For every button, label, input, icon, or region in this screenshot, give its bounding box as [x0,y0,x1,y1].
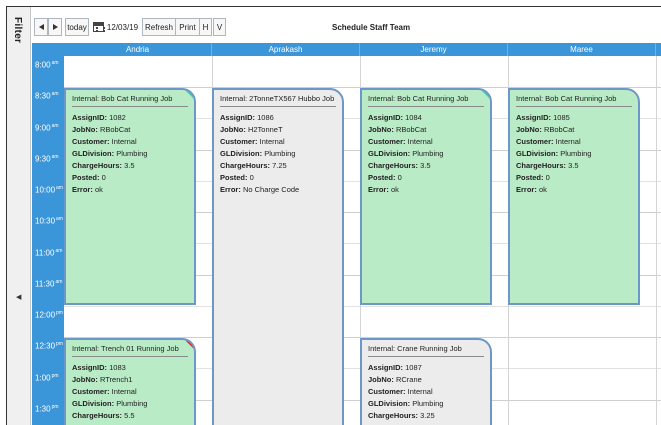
filter-label[interactable]: Filter [12,17,23,43]
print-button[interactable]: Print [175,18,200,36]
time-slot-label: 9:30am [35,154,59,164]
time-slot-label: 8:00am [35,60,59,70]
gl-division-field: GLDivision: Plumbing [516,149,592,158]
column-divider [656,56,657,425]
time-slot-label: 12:00pm [35,310,63,320]
customer-field: Customer: Internal [516,137,581,146]
scheduler-window: Filter ◀ today 12/03/19 Refresh Print H … [0,0,661,425]
error-field: Error: ok [368,185,399,194]
resource-header-row: Andria Aprakash Jeremy Maree [32,43,661,56]
calendar-icon [92,22,105,32]
posted-field: Posted: 0 [516,173,550,182]
time-slot-label: 10:00am [35,185,63,195]
date-value: 12/03/19 [106,22,139,32]
gl-division-field: GLDivision: Plumbing [72,399,148,408]
column-header-maree: Maree [508,43,656,56]
column-header-jeremy: Jeremy [360,43,508,56]
column-header-aprakash: Aprakash [212,43,360,56]
vertical-view-button[interactable]: V [213,18,226,36]
gl-division-field: GLDivision: Plumbing [368,149,444,158]
posted-field: Posted: 0 [368,173,402,182]
time-slot-label: 11:00am [35,248,63,258]
time-slot-label: 10:30am [35,216,63,226]
time-slot-label: 11:30am [35,279,63,289]
assign-id-field: AssignID: 1083 [72,363,126,372]
schedule-title: Schedule Staff Team [332,23,411,32]
filter-panel[interactable]: Filter ◀ [7,7,31,425]
status-corner [184,90,194,100]
charge-hours-field: ChargeHours: 3.25 [368,411,435,420]
appointment-card[interactable]: Internal: Bob Cat Running Job AssignID: … [508,88,640,305]
time-slot-label: 8:30am [35,91,59,101]
triangle-left-icon [38,24,44,30]
next-button[interactable] [48,18,62,36]
time-slot-label: 12:30pm [35,341,63,351]
triangle-right-icon [52,24,58,30]
assign-id-field: AssignID: 1082 [72,113,126,122]
appointment-title: Internal: Bob Cat Running Job [368,94,484,107]
schedule-grid[interactable]: Internal: Bob Cat Running Job AssignID: … [64,56,661,425]
error-field: Error: ok [516,185,547,194]
time-slot-label: 1:00pm [35,373,59,383]
charge-hours-field: ChargeHours: 5.5 [72,411,135,420]
error-field: Error: ok [72,185,103,194]
charge-hours-field: ChargeHours: 7.25 [220,161,287,170]
time-slot-label: 1:30pm [35,404,59,414]
customer-field: Customer: Internal [368,387,433,396]
gl-division-field: GLDivision: Plumbing [72,149,148,158]
charge-hours-field: ChargeHours: 3.5 [368,161,431,170]
appointment-card[interactable]: Internal: 2TonneTX567 Hubbo Job AssignID… [212,88,344,425]
assign-id-field: AssignID: 1085 [516,113,570,122]
status-corner [480,90,490,100]
expand-filter-icon[interactable]: ◀ [16,293,21,301]
assign-id-field: AssignID: 1084 [368,113,422,122]
time-slot-label: 9:00am [35,123,59,133]
error-field: Error: No Charge Code [220,185,300,194]
appointment-title: Internal: Crane Running Job [368,344,484,357]
assign-id-field: AssignID: 1086 [220,113,274,122]
status-corner [184,340,194,350]
charge-hours-field: ChargeHours: 3.5 [516,161,579,170]
appointment-title: Internal: Bob Cat Running Job [72,94,188,107]
column-header-andria: Andria [64,43,212,56]
refresh-button[interactable]: Refresh [142,18,176,36]
job-no-field: JobNo: RCrane [368,375,422,384]
grid-line [64,306,661,307]
job-no-field: JobNo: RBobCat [516,125,575,134]
today-button[interactable]: today [65,18,89,36]
prev-button[interactable] [34,18,48,36]
gl-division-field: GLDivision: Plumbing [220,149,296,158]
toolbar: today 12/03/19 Refresh Print H V Schedul… [32,7,661,43]
appointment-title: Internal: Bob Cat Running Job [516,94,632,107]
appointment-card[interactable]: Internal: Bob Cat Running Job AssignID: … [360,88,492,305]
job-no-field: JobNo: H2TonneT [220,125,283,134]
gl-division-field: GLDivision: Plumbing [368,399,444,408]
appointment-card[interactable]: Internal: Crane Running Job AssignID: 10… [360,338,492,425]
date-picker[interactable]: 12/03/19 [92,18,139,36]
job-no-field: JobNo: RBobCat [72,125,131,134]
appointment-title: Internal: Trench 01 Running Job [72,344,188,357]
appointment-title: Internal: 2TonneTX567 Hubbo Job [220,94,336,107]
customer-field: Customer: Internal [368,137,433,146]
customer-field: Customer: Internal [220,137,285,146]
time-axis: 8:00am 8:30am 9:00am 9:30am 10:00am 10:3… [32,56,64,425]
charge-hours-field: ChargeHours: 3.5 [72,161,135,170]
customer-field: Customer: Internal [72,137,137,146]
assign-id-field: AssignID: 1087 [368,363,422,372]
appointment-card[interactable]: Internal: Bob Cat Running Job AssignID: … [64,88,196,305]
posted-field: Posted: 0 [220,173,254,182]
horizontal-view-button[interactable]: H [199,18,212,36]
job-no-field: JobNo: RBobCat [368,125,427,134]
appointment-card[interactable]: Internal: Trench 01 Running Job AssignID… [64,338,196,425]
posted-field: Posted: 0 [72,173,106,182]
job-no-field: JobNo: RTrench1 [72,375,133,384]
customer-field: Customer: Internal [72,387,137,396]
